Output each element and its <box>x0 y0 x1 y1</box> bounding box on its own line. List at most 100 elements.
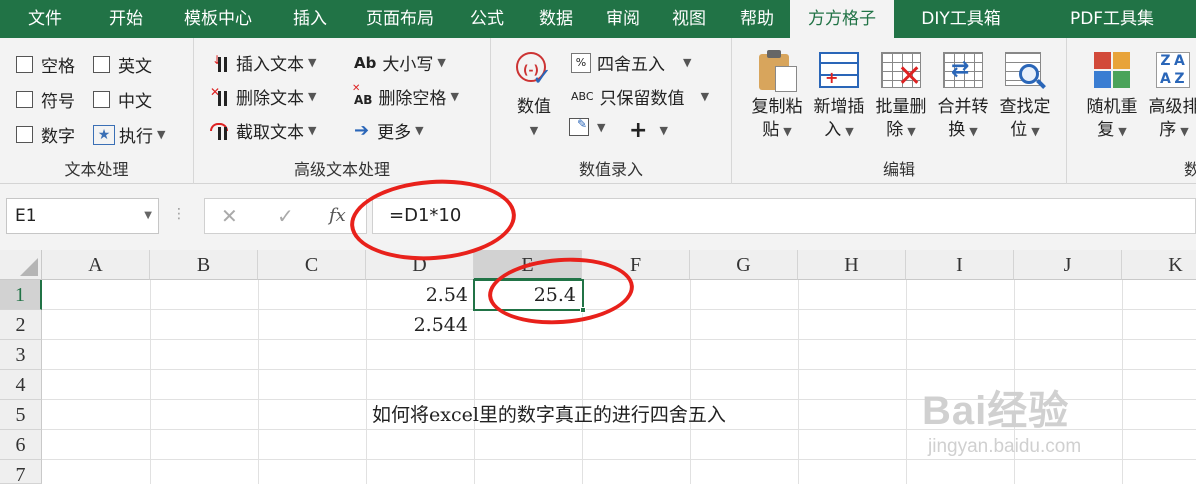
checkbox-number[interactable]: 数字 <box>16 122 75 147</box>
tab-file[interactable]: 文件 <box>0 0 90 38</box>
group-advanced-text: ↓ 插入文本▼ ✕ 删除文本▼ 截取文本▼ Ab 大小写▼ ✕AB 删除空格▼ … <box>194 38 491 184</box>
row-header-4[interactable]: 4 <box>0 370 42 400</box>
col-header-j[interactable]: J <box>1014 250 1122 280</box>
keep-values-label: 只保留数值 <box>599 89 685 109</box>
col-header-a[interactable]: A <box>42 250 150 280</box>
copy-paste-button[interactable]: 复制粘 贴 ▼ <box>746 48 808 143</box>
confirm-icon[interactable]: ✓ <box>277 199 294 233</box>
tab-help[interactable]: 帮助 <box>724 0 790 38</box>
watermark: Bai经验 jingyan.baidu.com <box>922 378 1081 458</box>
cell-d2[interactable]: 2.544 <box>366 310 474 340</box>
checkbox-space[interactable]: 空格 <box>16 52 75 77</box>
col-header-b[interactable]: B <box>150 250 258 280</box>
chevron-down-icon: ▼ <box>450 90 459 103</box>
delete-text-button[interactable]: ✕ 删除文本 ▼ <box>210 84 317 110</box>
col-header-g[interactable]: G <box>690 250 798 280</box>
fx-icon[interactable]: fx <box>329 199 346 233</box>
ribbon: 空格 英文 符号 中文 数字 ★ 执行 ▼ 文本处理 ↓ 插入文本 ▼ ✕ 删除文本… <box>0 38 1196 184</box>
execute-button[interactable]: ★ 执行 ▼ <box>93 122 165 147</box>
value-button[interactable]: (-) ✓ 数值 ▼ <box>505 48 563 142</box>
batch-delete-icon: ✕ <box>879 48 923 92</box>
merge-convert-label-1: 合并转 <box>937 97 989 117</box>
sort-az-icon: ZA AZ <box>1152 48 1196 92</box>
chevron-down-icon: ▼ <box>529 124 539 137</box>
add-button[interactable]: + ▼ <box>629 118 668 143</box>
chevron-down-icon: ▼ <box>308 56 317 69</box>
group-label-data-partial: 数据 <box>1183 160 1196 179</box>
merge-convert-label-row2: 换 ▼ <box>932 119 994 143</box>
group-data-partial: 随机重 复▼ ZA AZ 高级排 序▼ 数据 <box>1067 38 1196 184</box>
col-header-h[interactable]: H <box>798 250 906 280</box>
group-edit: 复制粘 贴 ▼ + 新增插 入 ▼ ✕ 批量删 除 ▼ ⇄ 合并转 换 ▼ 查找… <box>732 38 1067 184</box>
chevron-down-icon: ▼ <box>308 90 317 103</box>
batch-delete-button[interactable]: ✕ 批量删 除 ▼ <box>870 48 932 143</box>
tab-view[interactable]: 视图 <box>654 0 724 38</box>
select-all-button[interactable] <box>0 250 42 280</box>
remove-space-button[interactable]: ✕ AB 删除空格 ▼ <box>352 82 459 110</box>
checkbox-icon <box>93 91 110 108</box>
random-repeat-label-row2: 复 ▼ <box>1081 119 1143 143</box>
gridline <box>42 459 1196 460</box>
checkbox-symbol[interactable]: 符号 <box>16 87 75 112</box>
batch-delete-label-2: 除 <box>886 120 904 140</box>
tab-review[interactable]: 审阅 <box>592 0 654 38</box>
checkbox-space-label: 空格 <box>41 57 75 77</box>
random-repeat-button[interactable]: 随机重 复 ▼ <box>1081 48 1143 143</box>
checkbox-icon <box>16 91 33 108</box>
find-locate-button[interactable]: 查找定 位 ▼ <box>994 48 1056 143</box>
row-header-6[interactable]: 6 <box>0 430 42 460</box>
advanced-sort-button[interactable]: ZA AZ 高级排 序 ▼ <box>1143 48 1196 143</box>
tab-page-layout[interactable]: 页面布局 <box>346 0 454 38</box>
name-box[interactable]: E1 ▼ <box>6 198 159 234</box>
table-insert-icon: + <box>817 48 861 92</box>
keep-values-button[interactable]: ABC 只保留数值 ▼ <box>571 84 709 109</box>
merge-convert-icon: ⇄ <box>941 48 985 92</box>
cut-text-button[interactable]: 截取文本 ▼ <box>210 118 316 143</box>
edit-value-button[interactable]: ✎ ▼ <box>569 117 605 136</box>
random-repeat-icon <box>1090 48 1134 92</box>
tab-template-center[interactable]: 模板中心 <box>162 0 274 38</box>
checkbox-icon <box>16 56 33 73</box>
find-locate-label-2: 位 <box>1010 120 1028 140</box>
col-header-c[interactable]: C <box>258 250 366 280</box>
remove-space-label: 删除空格 <box>378 89 447 109</box>
merge-convert-button[interactable]: ⇄ 合并转 换 ▼ <box>932 48 994 143</box>
col-header-i[interactable]: I <box>906 250 1014 280</box>
insert-text-button[interactable]: ↓ 插入文本 ▼ <box>210 50 317 76</box>
tab-diy-toolbox[interactable]: DIY工具箱 <box>894 0 1028 38</box>
tab-insert[interactable]: 插入 <box>274 0 346 38</box>
row-header-1[interactable]: 1 <box>0 280 42 310</box>
case-button[interactable]: Ab 大小写 ▼ <box>354 50 446 76</box>
arrow-right-icon: ➔ <box>354 120 370 141</box>
checkbox-chinese[interactable]: 中文 <box>93 87 152 112</box>
chevron-down-icon: ▼ <box>157 128 166 141</box>
row-header-5[interactable]: 5 <box>0 400 42 430</box>
random-repeat-label-1: 随机重 <box>1086 97 1138 117</box>
round-button[interactable]: % 四舍五入 ▼ <box>571 50 691 75</box>
add-insert-button[interactable]: + 新增插 入 ▼ <box>808 48 870 143</box>
group-text-processing: 空格 英文 符号 中文 数字 ★ 执行 ▼ 文本处理 <box>0 38 194 184</box>
clipboard-icon <box>755 48 799 92</box>
cell-d1[interactable]: 2.54 <box>366 280 474 310</box>
chevron-down-icon: ▼ <box>845 125 854 138</box>
cancel-icon[interactable]: ✕ <box>221 199 238 233</box>
tab-formulas[interactable]: 公式 <box>454 0 520 38</box>
caption-text[interactable]: 如何将excel里的数字真正的进行四舍五入 <box>372 400 726 430</box>
drag-handle-icon[interactable]: ⋮ <box>172 206 186 222</box>
row-header-3[interactable]: 3 <box>0 340 42 370</box>
tab-home[interactable]: 开始 <box>90 0 162 38</box>
more-label: 更多 <box>377 123 412 143</box>
row-header-2[interactable]: 2 <box>0 310 42 340</box>
tab-fangfang-gezi[interactable]: 方方格子 <box>790 0 894 38</box>
col-header-k[interactable]: K <box>1122 250 1196 280</box>
checkbox-english[interactable]: 英文 <box>93 52 152 77</box>
round-label: 四舍五入 <box>597 55 665 75</box>
remove-space-icon: ✕ AB <box>352 82 373 107</box>
gridline <box>906 280 907 484</box>
chevron-down-icon: ▼ <box>437 56 446 69</box>
more-button[interactable]: ➔ 更多 ▼ <box>354 118 424 143</box>
row-header-7[interactable]: 7 <box>0 460 42 484</box>
execute-label: 执行 <box>119 127 153 147</box>
tab-pdf-tools[interactable]: PDF工具集 <box>1028 0 1196 38</box>
tab-data[interactable]: 数据 <box>520 0 592 38</box>
